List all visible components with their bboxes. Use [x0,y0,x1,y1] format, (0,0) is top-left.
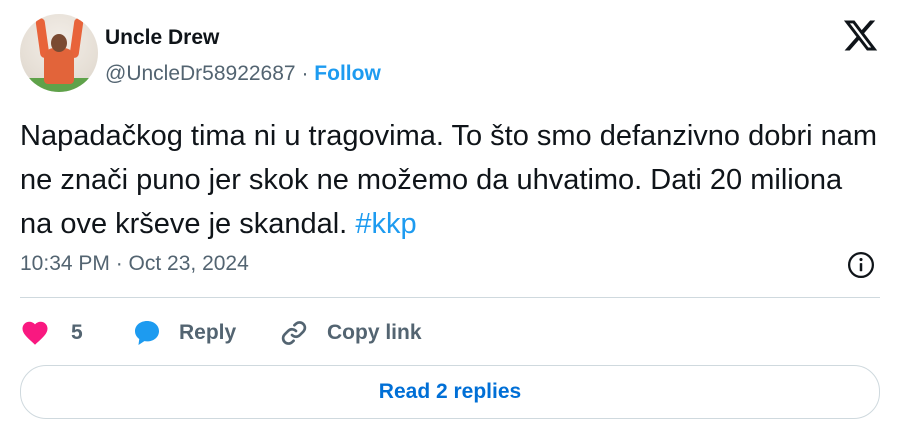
tweet-timestamp[interactable]: 10:34 PM · Oct 23, 2024 [20,252,249,276]
handle-separator: · [301,62,309,85]
copy-link-button[interactable]: Copy link [278,313,422,353]
author-handle-line: @UncleDr58922687 · Follow [105,62,381,86]
divider [20,297,880,298]
speech-bubble-icon [135,321,159,345]
info-icon[interactable] [846,250,876,280]
like-button[interactable]: 5 [20,313,83,353]
heart-icon [22,321,48,345]
author-handle[interactable]: @UncleDr58922687 [105,62,296,85]
tweet-body: Napadačkog tima ni u tragovima. To što s… [20,120,878,240]
author-name[interactable]: Uncle Drew [105,26,219,50]
reply-label: Reply [179,321,237,344]
reply-button[interactable]: Reply [131,313,236,353]
avatar[interactable] [20,14,98,92]
link-icon [281,321,307,345]
tweet-card: Uncle Drew @UncleDr58922687 · Follow Nap… [0,0,900,441]
read-replies-button[interactable]: Read 2 replies [20,365,880,419]
read-replies-label: Read 2 replies [378,380,522,403]
tweet-text: Napadačkog tima ni u tragovima. To što s… [20,114,880,246]
hashtag-link[interactable]: #kkp [355,208,416,240]
x-logo-icon[interactable] [842,17,879,54]
follow-button[interactable]: Follow [314,62,381,85]
like-count: 5 [71,321,83,344]
copy-link-label: Copy link [327,321,422,344]
